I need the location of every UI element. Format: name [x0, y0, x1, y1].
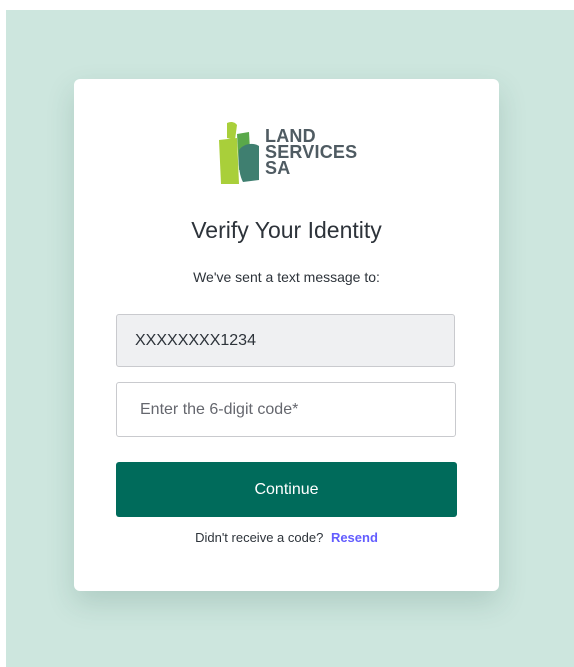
resend-prompt: Didn't receive a code?: [195, 530, 324, 545]
logo-leaf-icon: [219, 121, 259, 184]
masked-phone-value: XXXXXXXX1234: [135, 331, 256, 349]
resend-link[interactable]: Resend: [331, 530, 378, 545]
verification-code-input[interactable]: [116, 382, 456, 437]
brand-logo: LAND SERVICES SA: [217, 120, 357, 186]
brand-wordmark: LAND SERVICES SA: [265, 127, 357, 178]
resend-row: Didn't receive a code? Resend: [74, 530, 499, 545]
continue-button[interactable]: Continue: [116, 462, 457, 517]
verify-card: LAND SERVICES SA Verify Your Identity We…: [74, 79, 499, 591]
masked-phone-field: XXXXXXXX1234: [116, 314, 455, 367]
page-subtitle: We've sent a text message to:: [193, 269, 380, 285]
page-title: Verify Your Identity: [191, 217, 382, 243]
brand-line-3: SA: [265, 158, 291, 178]
